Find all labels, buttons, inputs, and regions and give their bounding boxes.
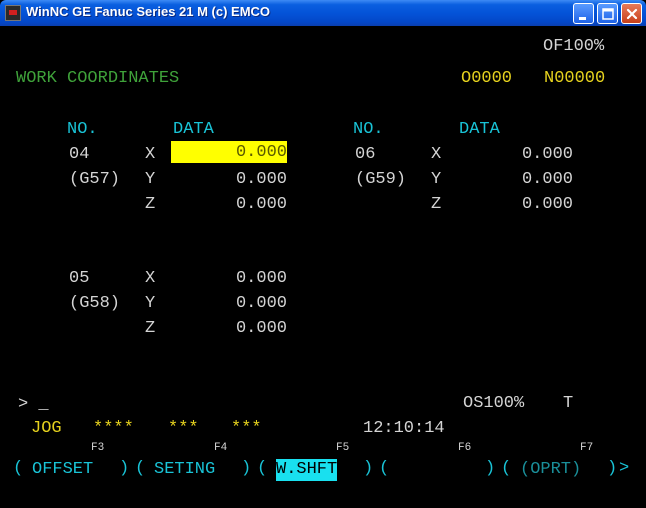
softkey-bracket-open: ( [257, 459, 268, 478]
application-window: WinNC GE Fanuc Series 21 M (c) EMCO OF10… [0, 0, 646, 508]
softkey-bracket-close: ) [241, 459, 252, 478]
softkey-bracket-close: ) [607, 459, 618, 478]
softkey-bracket-close: ) [119, 459, 130, 478]
fkey-label-f7: F7 [580, 442, 594, 454]
softkey-oprt[interactable]: (OPRT) [520, 459, 581, 481]
minimize-icon [579, 17, 586, 20]
window-title: WinNC GE Fanuc Series 21 M (c) EMCO [26, 4, 271, 19]
axis-label-x: X [145, 269, 156, 288]
softkey-bracket-open: ( [135, 459, 146, 478]
axis-label-x: X [431, 145, 442, 164]
softkey-offset[interactable]: OFFSET [32, 459, 93, 481]
softkey-wshft[interactable]: W.SHFT [276, 459, 338, 481]
axis-label-y: Y [145, 294, 156, 313]
coord-value-g57-z[interactable]: 0.000 [171, 195, 287, 215]
softkey-bracket-close: ) [485, 459, 496, 478]
coord-value-g59-x[interactable]: 0.000 [457, 145, 573, 165]
axis-label-z: Z [431, 195, 442, 214]
right-header-data: DATA [459, 120, 500, 139]
softkey-blank[interactable] [398, 459, 483, 481]
softkey-bracket-close: ) [363, 459, 374, 478]
softkey-seting[interactable]: SETING [154, 459, 215, 481]
program-number: O0000 [461, 69, 513, 88]
fkey-label-f6: F6 [458, 442, 472, 454]
coord-no-05: 05 [69, 269, 90, 288]
feed-override: OF100% [543, 37, 605, 56]
coord-no-04: 04 [69, 145, 90, 164]
page-title: WORK COORDINATES [16, 69, 180, 88]
coord-value-g58-z[interactable]: 0.000 [171, 319, 287, 339]
input-prompt[interactable]: > _ [18, 395, 49, 415]
axis-label-z: Z [145, 319, 156, 338]
softkey-bracket-open: ( [13, 459, 24, 478]
axis-label-x: X [145, 145, 156, 164]
left-header-data: DATA [173, 120, 214, 139]
right-header-no: NO. [353, 120, 384, 139]
cnc-screen: OF100% WORK COORDINATES O0000 N00000 NO.… [3, 26, 643, 505]
coord-value-g59-y[interactable]: 0.000 [457, 170, 573, 190]
axis-label-y: Y [145, 170, 156, 189]
coord-code-g58: (G58) [69, 294, 121, 313]
softkey-bracket-open: ( [379, 459, 390, 478]
clock: 12:10:14 [363, 419, 445, 438]
app-icon[interactable] [5, 5, 21, 21]
spindle-override: OS100% [463, 394, 525, 413]
fkey-label-f4: F4 [214, 442, 228, 454]
coord-value-g57-x[interactable]: 0.000 [171, 141, 287, 163]
axis-label-z: Z [145, 195, 156, 214]
coord-code-g59: (G59) [355, 170, 407, 189]
status-indicator-3: *** [231, 419, 262, 438]
status-indicator-1: **** [93, 419, 134, 438]
coord-value-g59-z[interactable]: 0.000 [457, 195, 573, 215]
axis-label-y: Y [431, 170, 442, 189]
fkey-label-f5: F5 [336, 442, 350, 454]
softkey-bracket-open: ( [501, 459, 512, 478]
coord-value-g58-x[interactable]: 0.000 [171, 269, 287, 289]
status-indicator-2: *** [168, 419, 199, 438]
close-button[interactable] [621, 3, 642, 24]
close-icon [626, 8, 638, 20]
minimize-button[interactable] [573, 3, 594, 24]
coord-value-g58-y[interactable]: 0.000 [171, 294, 287, 314]
title-bar[interactable]: WinNC GE Fanuc Series 21 M (c) EMCO [0, 0, 646, 26]
tool-indicator: T [563, 394, 574, 413]
coord-value-g57-y[interactable]: 0.000 [171, 170, 287, 190]
sequence-number: N00000 [544, 69, 606, 88]
coord-no-06: 06 [355, 145, 376, 164]
mode-indicator: JOG [31, 419, 62, 438]
left-header-no: NO. [67, 120, 98, 139]
fkey-label-f3: F3 [91, 442, 105, 454]
maximize-button[interactable] [597, 3, 618, 24]
maximize-icon [602, 8, 614, 20]
coord-code-g57: (G57) [69, 170, 121, 189]
softkey-next-page[interactable]: > [619, 459, 629, 479]
